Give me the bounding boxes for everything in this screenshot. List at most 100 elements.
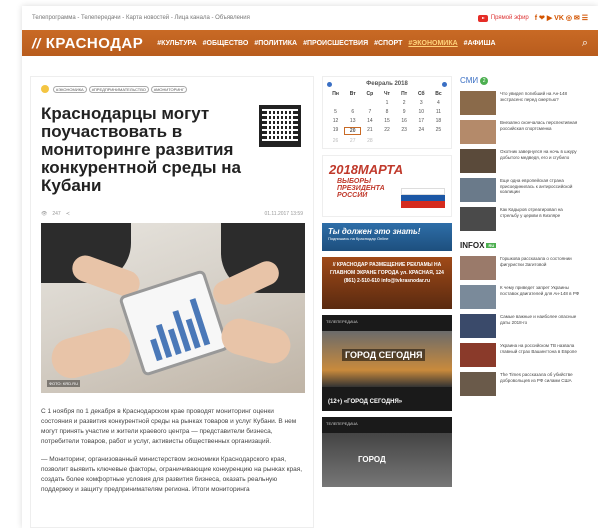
calendar-day: [361, 100, 378, 106]
news-headline: Украина на российском ТВ назвала главный…: [500, 343, 577, 354]
top-links[interactable]: Телепрограмма - Телепередачи - Карта нов…: [32, 15, 250, 21]
news-thumbnail: [460, 343, 496, 367]
calendar-day[interactable]: 3: [413, 100, 430, 106]
search-icon[interactable]: ⌕: [582, 37, 588, 50]
next-month-icon[interactable]: [441, 81, 447, 87]
weekday-label: Ср: [366, 91, 374, 97]
news-headline: Что увидел погибший на Ан-148 экстрасенс…: [500, 91, 568, 102]
infox-header: INFOX RU: [460, 241, 580, 250]
news-item[interactable]: Украина на российском ТВ назвала главный…: [460, 343, 580, 367]
calendar-day[interactable]: 26: [327, 138, 344, 144]
article-date: 01.11.2017 13:59: [264, 211, 303, 217]
calendar-day[interactable]: 8: [378, 109, 395, 115]
prev-month-icon[interactable]: [327, 81, 332, 87]
nav-link[interactable]: #СПОРТ: [374, 40, 402, 47]
calendar-day[interactable]: 22: [378, 127, 395, 135]
news-headline: Еще одна европейская страна присоединила…: [500, 178, 573, 194]
news-headline: Охотник завернулся на ночь в шкуру добыт…: [500, 149, 577, 160]
logo-text: КРАСНОДАР: [45, 34, 144, 52]
news-item[interactable]: Внезапно скончалась перспективная россий…: [460, 120, 580, 144]
calendar-day[interactable]: 21: [361, 127, 378, 135]
news-item[interactable]: Еще одна европейская страна присоединила…: [460, 178, 580, 202]
news-item[interactable]: Самые важные и наиболее опасные даты 201…: [460, 314, 580, 338]
tv-show-2-label: ТЕЛЕПЕРЕДАЧА: [326, 421, 358, 426]
calendar-day[interactable]: 9: [396, 109, 413, 115]
news-headline: Самые важные и наиболее опасные даты 201…: [500, 314, 577, 325]
weekday-label: Пн: [332, 91, 339, 97]
tv-show-2-image: ГОРОД: [322, 433, 452, 487]
live-label: Прямой эфир: [490, 15, 529, 21]
news-thumbnail: [460, 372, 496, 396]
calendar-day[interactable]: 24: [413, 127, 430, 135]
share-icon[interactable]: ≺: [66, 211, 70, 217]
calendar-day[interactable]: 20: [344, 127, 362, 135]
site-logo[interactable]: // КРАСНОДАР: [32, 35, 143, 52]
views-count: 247: [52, 211, 61, 217]
top-bar: Телепрограмма - Телепередачи - Карта нов…: [22, 6, 598, 30]
election-text: ВЫБОРЫ ПРЕЗИДЕНТА РОССИИ: [337, 178, 385, 199]
weekday-label: Чт: [384, 91, 390, 97]
calendar-day: [396, 138, 413, 144]
calendar-day[interactable]: 12: [327, 118, 344, 124]
main-nav: // КРАСНОДАР #КУЛЬТУРА #ОБЩЕСТВО #ПОЛИТИКА…: [22, 30, 598, 56]
calendar-day[interactable]: 28: [361, 138, 378, 144]
weekday-label: Вс: [435, 91, 442, 97]
calendar-day[interactable]: 16: [396, 118, 413, 124]
nav-link[interactable]: #ЭКОНОМИКА: [408, 40, 457, 47]
calendar-day[interactable]: 1: [378, 100, 395, 106]
infox-list: Горшкова рассказала о состоянии фигурист…: [460, 256, 580, 396]
calendar-day[interactable]: 7: [361, 109, 378, 115]
nav-link[interactable]: #ОБЩЕСТВО: [203, 40, 249, 47]
tag-monitoring[interactable]: #МОНИТОРИНГ: [150, 85, 188, 93]
calendar-day[interactable]: 6: [344, 109, 361, 115]
calendar-day[interactable]: 19: [327, 127, 344, 135]
tv-show-image: ГОРОД СЕГОДНЯ: [322, 331, 452, 387]
news-item[interactable]: The Times рассказала об убийстве доброво…: [460, 372, 580, 396]
calendar-day[interactable]: 2: [396, 100, 413, 106]
nav-link[interactable]: #АФИША: [464, 40, 496, 47]
smi-header: СМИ 2: [460, 76, 580, 85]
qr-code: [259, 105, 301, 147]
calendar-day[interactable]: 23: [396, 127, 413, 135]
ad-banner[interactable]: // КРАСНОДАР РАЗМЕЩЕНИЕ РЕКЛАМЫ НА ГЛАВН…: [322, 257, 452, 309]
social-icons[interactable]: f ❤ ▶ VK ◎ ✉ ☰: [535, 14, 588, 22]
tag-business[interactable]: #ПРЕДПРИНИМАТЕЛЬСТВО: [88, 85, 149, 93]
subscribe-banner[interactable]: Ты должен это знать! Подпишись на Красно…: [322, 223, 452, 251]
news-headline: Горшкова рассказала о состоянии фигурист…: [500, 256, 572, 267]
nav-link[interactable]: #ПОЛИТИКА: [254, 40, 297, 47]
tv-show-card-2[interactable]: ТЕЛЕПЕРЕДАЧА ГОРОД: [322, 417, 452, 487]
news-thumbnail: [460, 91, 496, 115]
nav-link[interactable]: #КУЛЬТУРА: [157, 40, 196, 47]
news-thumbnail: [460, 285, 496, 309]
calendar-day[interactable]: 5: [327, 109, 344, 115]
news-item[interactable]: Охотник завернулся на ночь в шкуру добыт…: [460, 149, 580, 173]
news-item[interactable]: Горшкова рассказала о состоянии фигурист…: [460, 256, 580, 280]
news-item[interactable]: К чему приведет запрет Украины поставок …: [460, 285, 580, 309]
news-item[interactable]: Как Кадыров отреагировал на стрельбу у ц…: [460, 207, 580, 231]
news-thumbnail: [460, 149, 496, 173]
news-thumbnail: [460, 120, 496, 144]
youtube-icon: [477, 14, 488, 22]
election-banner[interactable]: 2018МАРТА ВЫБОРЫ ПРЕЗИДЕНТА РОССИИ: [322, 155, 452, 217]
calendar-day[interactable]: 4: [430, 100, 447, 106]
article-paragraph-2: — Мониторинг, организованный министерств…: [41, 456, 303, 493]
calendar-day[interactable]: 17: [413, 118, 430, 124]
calendar-day[interactable]: 25: [430, 127, 447, 135]
calendar-day[interactable]: 18: [430, 118, 447, 124]
calendar-day[interactable]: 14: [361, 118, 378, 124]
calendar-day[interactable]: 27: [344, 138, 361, 144]
calendar-widget: Февраль 2018 Пн Вт Ср Чт Пт Сб Вс 1 2 3 4 5 6 7 8 9 10 11…: [322, 76, 452, 149]
calendar-day[interactable]: 10: [413, 109, 430, 115]
calendar-day[interactable]: 15: [378, 118, 395, 124]
eye-icon: 👁: [41, 211, 48, 217]
news-thumbnail: [460, 256, 496, 280]
nav-link[interactable]: #ПРОИСШЕСТВИЯ: [303, 40, 368, 47]
news-item[interactable]: Что увидел погибший на Ан-148 экстрасенс…: [460, 91, 580, 115]
live-link[interactable]: Прямой эфир: [477, 14, 529, 22]
tag-economy[interactable]: #ЭКОНОМИКА: [53, 85, 87, 93]
calendar-day[interactable]: 11: [430, 109, 447, 115]
calendar-day[interactable]: 13: [344, 118, 361, 124]
nav-links: #КУЛЬТУРА #ОБЩЕСТВО #ПОЛИТИКА #ПРОИСШЕСТВИЯ…: [157, 40, 495, 47]
right-column: СМИ 2 Что увидел погибший на Ан-148 экст…: [460, 76, 580, 401]
tv-show-card[interactable]: ТЕЛЕПЕРЕДАЧА ГОРОД СЕГОДНЯ (12+) «ГОРОД …: [322, 315, 452, 411]
